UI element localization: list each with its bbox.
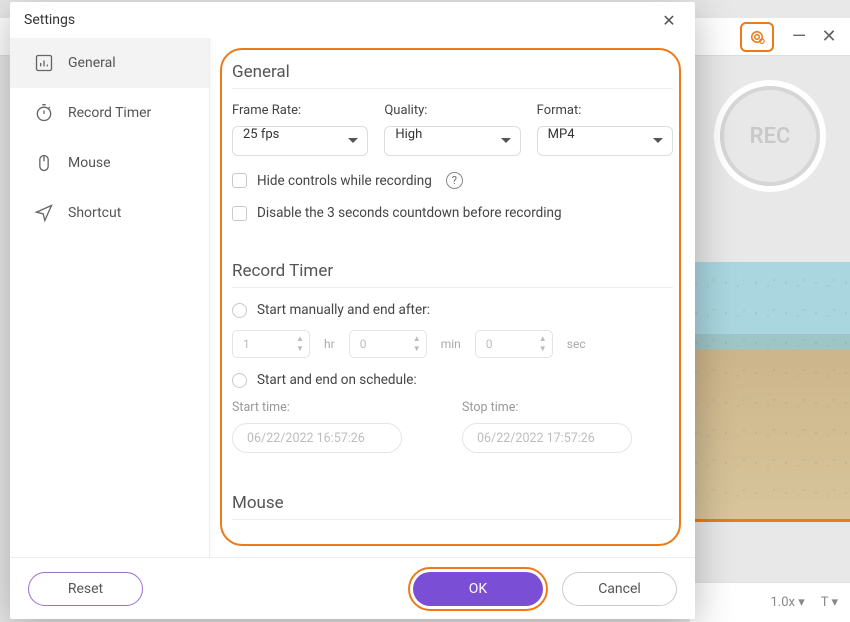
schedule-radio[interactable]	[232, 373, 247, 388]
camera-gear-icon	[748, 28, 766, 46]
section-heading-mouse: Mouse	[232, 493, 673, 513]
divider	[232, 519, 673, 520]
video-preview	[690, 262, 850, 522]
modal-title: Settings	[24, 12, 75, 28]
sidebar-item-label: Mouse	[68, 155, 111, 171]
zoom-dropdown[interactable]: 1.0x ▾	[770, 595, 804, 610]
bottom-toolbar: 1.0x ▾ T ▾	[690, 582, 850, 622]
sidebar-item-shortcut[interactable]: Shortcut	[10, 188, 209, 238]
paper-plane-icon	[34, 203, 54, 223]
manual-end-radio[interactable]	[232, 303, 247, 318]
settings-sidebar: General Record Timer Mouse Shortcut	[10, 38, 210, 557]
divider	[232, 287, 673, 288]
record-button[interactable]: REC	[720, 86, 820, 186]
start-time-input[interactable]	[232, 423, 402, 453]
sidebar-item-general[interactable]: General	[10, 38, 209, 88]
hours-down[interactable]: ▼	[294, 344, 306, 353]
disable-countdown-label: Disable the 3 seconds countdown before r…	[257, 205, 562, 221]
section-heading-general: General	[232, 62, 673, 82]
seconds-unit: sec	[567, 337, 586, 351]
frame-rate-label: Frame Rate:	[232, 103, 368, 118]
text-tool-icon[interactable]: T ▾	[821, 595, 838, 610]
start-time-label: Start time:	[232, 400, 402, 415]
sidebar-item-label: Record Timer	[68, 105, 151, 121]
divider	[232, 88, 673, 89]
hide-controls-label: Hide controls while recording	[257, 173, 432, 189]
hours-up[interactable]: ▲	[294, 334, 306, 343]
record-button-region: REC	[690, 56, 850, 216]
disable-countdown-checkbox[interactable]	[232, 206, 247, 221]
hours-unit: hr	[324, 337, 335, 351]
schedule-label: Start and end on schedule:	[257, 372, 417, 388]
cancel-button[interactable]: Cancel	[562, 572, 677, 606]
sidebar-item-label: Shortcut	[68, 205, 121, 221]
frame-rate-select[interactable]: 25 fps	[232, 126, 368, 156]
recorder-mode-button[interactable]	[740, 22, 774, 52]
manual-end-label: Start manually and end after:	[257, 302, 430, 318]
modal-titlebar: Settings ✕	[10, 2, 695, 38]
minutes-unit: min	[441, 337, 461, 351]
sidebar-item-label: General	[68, 55, 116, 71]
ok-button-highlight: OK	[408, 567, 548, 611]
format-label: Format:	[537, 103, 673, 118]
duration-inputs: ▲▼ hr ▲▼ min ▲▼ sec	[232, 330, 673, 358]
stopwatch-icon	[34, 103, 54, 123]
stop-time-input[interactable]	[462, 423, 632, 453]
sidebar-item-record-timer[interactable]: Record Timer	[10, 88, 209, 138]
modal-footer: Reset OK Cancel	[10, 557, 695, 619]
hide-controls-checkbox[interactable]	[232, 173, 247, 188]
bar-chart-icon	[34, 53, 54, 73]
settings-content: General Frame Rate: 25 fps Quality: High…	[210, 38, 695, 557]
mouse-icon	[34, 153, 54, 173]
section-heading-timer: Record Timer	[232, 261, 673, 281]
close-modal-button[interactable]: ✕	[657, 8, 681, 32]
stop-time-label: Stop time:	[462, 400, 632, 415]
sidebar-item-mouse[interactable]: Mouse	[10, 138, 209, 188]
seconds-down[interactable]: ▼	[537, 344, 549, 353]
minutes-down[interactable]: ▼	[411, 344, 423, 353]
minutes-up[interactable]: ▲	[411, 334, 423, 343]
seconds-up[interactable]: ▲	[537, 334, 549, 343]
settings-modal: Settings ✕ General Record Timer Mouse Sh…	[10, 2, 695, 619]
quality-select[interactable]: High	[384, 126, 520, 156]
ok-button[interactable]: OK	[413, 572, 543, 606]
reset-button[interactable]: Reset	[28, 572, 143, 606]
close-app-button[interactable]: ✕	[816, 24, 842, 50]
format-select[interactable]: MP4	[537, 126, 673, 156]
quality-label: Quality:	[384, 103, 520, 118]
help-icon[interactable]: ?	[446, 172, 463, 189]
minimize-button[interactable]: —	[786, 24, 812, 50]
